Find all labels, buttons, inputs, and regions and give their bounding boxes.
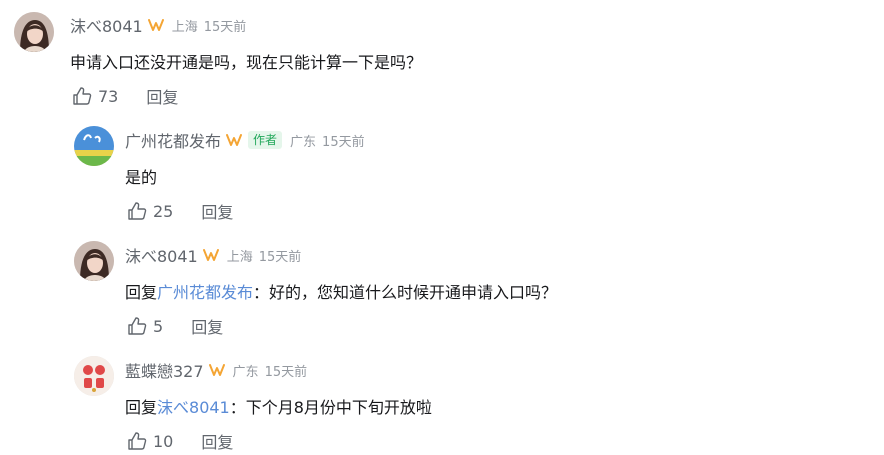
- like-count: 5: [153, 316, 164, 336]
- avatar-girl-icon: [14, 12, 54, 52]
- timestamp: 15天前: [322, 134, 365, 150]
- reply-button[interactable]: 回复: [146, 84, 178, 108]
- v-badge-icon: [202, 247, 219, 263]
- thumbs-up-icon[interactable]: [127, 201, 147, 221]
- thumbs-up-icon[interactable]: [72, 86, 92, 106]
- v-badge-icon: [226, 132, 243, 148]
- v-badge-icon: [147, 17, 164, 33]
- avatar-girl-icon: [74, 241, 114, 281]
- username[interactable]: 广州花都发布: [125, 128, 221, 152]
- thumbs-up-icon[interactable]: [127, 316, 147, 336]
- avatar-landscape-icon: [74, 126, 114, 166]
- thumbs-up-icon[interactable]: [127, 431, 147, 451]
- avatar[interactable]: [14, 12, 54, 52]
- reply-to-user-link[interactable]: 广州花都发布: [157, 283, 253, 302]
- reply-button[interactable]: 回复: [191, 314, 223, 338]
- v-badge-icon: [208, 362, 225, 378]
- reply-to-user-link[interactable]: 沫べ8041: [157, 398, 230, 417]
- avatar-cartoon-icon: [74, 356, 114, 396]
- location: 上海: [171, 19, 198, 35]
- comment-text: 回复沫べ8041：下个月8月份中下旬开放啦: [125, 394, 432, 418]
- author-tag: 作者: [248, 131, 283, 149]
- avatar[interactable]: [74, 241, 114, 281]
- location: 上海: [226, 249, 253, 265]
- username[interactable]: 沫べ8041: [70, 13, 143, 37]
- avatar[interactable]: [74, 356, 114, 396]
- timestamp: 15天前: [258, 249, 302, 265]
- like-count: 25: [153, 201, 174, 221]
- location: 广东: [232, 364, 259, 380]
- username[interactable]: 藍蝶戀327: [125, 358, 204, 382]
- like-count: 73: [98, 86, 119, 106]
- reply-body: ：好的，您知道什么时候开通申请入口吗？: [253, 283, 558, 302]
- reply-button[interactable]: 回复: [201, 199, 233, 223]
- avatar[interactable]: [74, 126, 114, 166]
- like-count: 10: [153, 431, 174, 451]
- comment-text: 是的: [125, 168, 158, 187]
- reply-prefix: 回复: [125, 398, 158, 417]
- timestamp: 15天前: [203, 19, 247, 35]
- reply-body: ：下个月8月份中下旬开放啦: [229, 398, 432, 417]
- comment-text: 回复广州花都发布：好的，您知道什么时候开通申请入口吗？: [125, 279, 557, 303]
- reply-button[interactable]: 回复: [201, 429, 233, 453]
- reply-prefix: 回复: [125, 283, 158, 302]
- timestamp: 15天前: [264, 364, 308, 380]
- location: 广东: [290, 134, 317, 150]
- comment-text: 申请入口还没开通是吗，现在只能计算一下是吗？: [70, 53, 423, 72]
- username[interactable]: 沫べ8041: [125, 243, 198, 267]
